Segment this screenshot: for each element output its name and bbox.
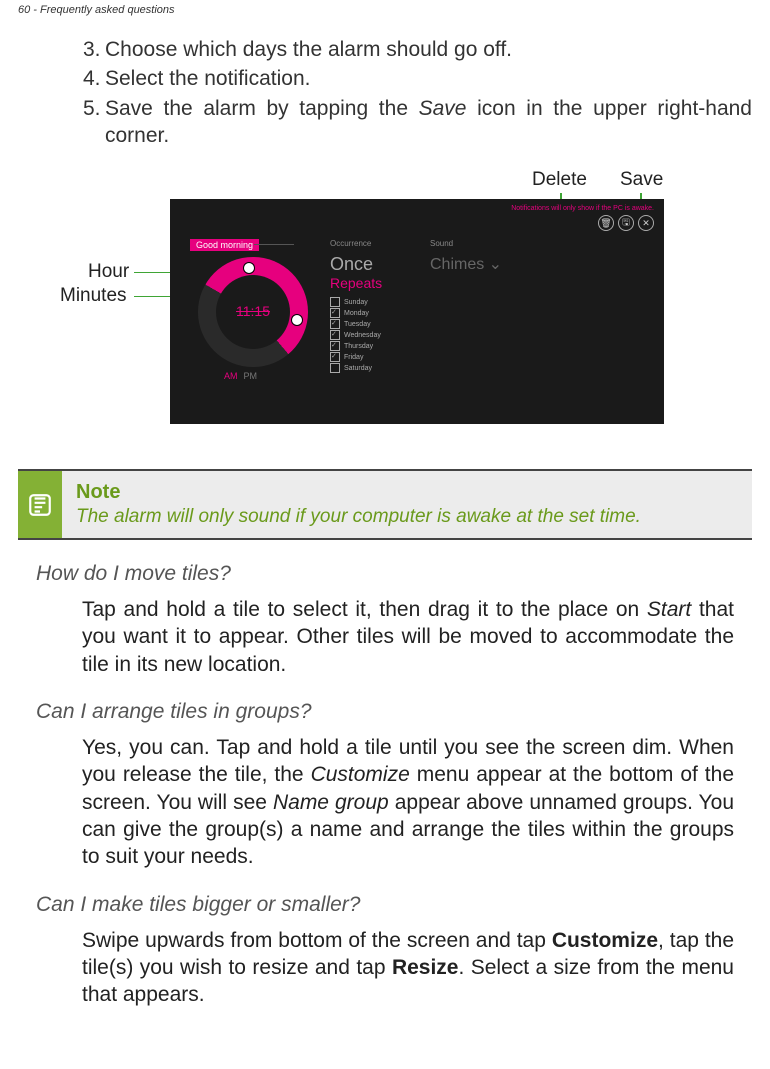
alarm-app-screenshot: Notifications will only show if the PC i… [170,199,664,424]
note-title: Note [76,481,641,504]
question-heading-move-tiles: How do I move tiles? [36,562,752,586]
note-content: Note The alarm will only sound if your c… [62,471,655,538]
note-body: The alarm will only sound if your comput… [76,506,641,528]
sound-column: Sound Chimes [430,239,502,274]
titlebar-icons: 🗑 🖫 ✕ [598,215,654,231]
sound-header: Sound [430,239,502,248]
name-group-word: Name group [273,791,389,814]
alarm-name-line [254,244,294,245]
callout-save: Save [620,169,663,191]
am-label[interactable]: AM [224,371,238,381]
step-number: 3. [83,36,105,63]
step-text: Choose which days the alarm should go of… [105,36,512,63]
dial-time-value: 11:15 [198,303,308,319]
ampm-toggle[interactable]: AM PM [224,371,257,381]
step-text: Save the alarm by tapping the Save icon … [105,95,752,150]
step-number: 4. [83,65,105,92]
answer-groups: Yes, you can. Tap and hold a tile until … [82,734,734,870]
pm-label[interactable]: PM [244,371,258,381]
day-monday[interactable]: Monday [330,308,382,318]
day-label: Sunday [344,299,368,306]
step-3: 3. Choose which days the alarm should go… [83,36,752,63]
sound-dropdown[interactable]: Chimes [430,254,502,274]
page-header: 60 - Frequently asked questions [18,0,752,36]
occurrence-header: Occurrence [330,239,382,248]
day-saturday[interactable]: Saturday [330,363,382,373]
day-friday[interactable]: Friday [330,352,382,362]
note-box: Note The alarm will only sound if your c… [18,469,752,540]
note-icon [18,471,62,538]
days-list: Sunday Monday Tuesday Wednesday Thursday… [330,297,382,373]
day-label: Thursday [344,343,373,350]
day-sunday[interactable]: Sunday [330,297,382,307]
close-icon[interactable]: ✕ [638,215,654,231]
occurrence-once[interactable]: Once [330,254,382,275]
resize-word: Resize [392,956,459,979]
day-label: Friday [344,354,363,361]
step-4: 4. Select the notification. [83,65,752,92]
question-heading-groups: Can I arrange tiles in groups? [36,700,752,724]
notification-warning-text: Notifications will only show if the PC i… [511,205,654,212]
day-label: Tuesday [344,321,371,328]
customize-word: Customize [311,763,410,786]
step-5: 5. Save the alarm by tapping the Save ic… [83,95,752,150]
step-number: 5. [83,95,105,150]
answer-resize: Swipe upwards from bottom of the screen … [82,927,734,1009]
day-thursday[interactable]: Thursday [330,341,382,351]
callout-delete: Delete [532,169,587,191]
occurrence-column: Occurrence Once Repeats Sunday Monday Tu… [330,239,382,374]
step5-pre: Save the alarm by tapping the [105,97,419,120]
day-label: Monday [344,310,369,317]
step-text: Select the notification. [105,65,310,92]
delete-icon[interactable]: 🗑 [598,215,614,231]
answer-move-tiles: Tap and hold a tile to select it, then d… [82,596,734,678]
start-word: Start [647,598,691,621]
callout-minutes: Minutes [60,285,127,307]
text: Tap and hold a tile to select it, then d… [82,598,647,621]
text: Swipe upwards from bottom of the screen … [82,929,552,952]
alarm-name-badge: Good morning [190,239,259,251]
day-label: Wednesday [344,332,381,339]
callout-hour: Hour [88,261,129,283]
save-icon[interactable]: 🖫 [618,215,634,231]
question-heading-resize: Can I make tiles bigger or smaller? [36,893,752,917]
day-wednesday[interactable]: Wednesday [330,330,382,340]
day-tuesday[interactable]: Tuesday [330,319,382,329]
alarm-screenshot-figure: Delete Save Hour Minutes Notifications w… [90,169,680,429]
time-dial[interactable]: 11:15 [198,257,308,367]
step5-save-word: Save [419,97,467,120]
day-label: Saturday [344,365,372,372]
occurrence-repeats[interactable]: Repeats [330,275,382,291]
customize-word: Customize [552,929,658,952]
